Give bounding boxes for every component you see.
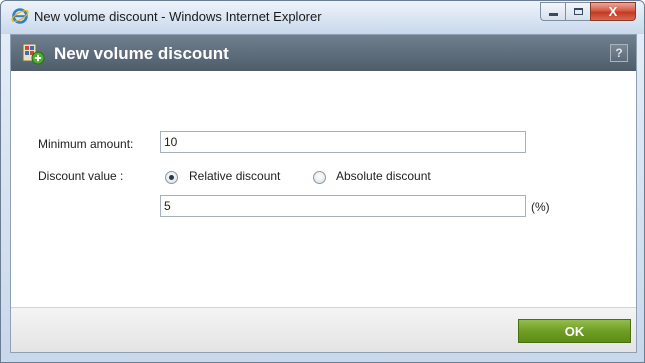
minimum-amount-label: Minimum amount: — [38, 137, 134, 151]
relative-discount-radio[interactable] — [165, 171, 178, 184]
ok-button-label: OK — [564, 323, 585, 339]
minimize-icon — [548, 13, 558, 16]
maximize-button[interactable] — [565, 2, 591, 21]
close-button[interactable]: X — [590, 2, 636, 21]
close-icon: X — [608, 4, 618, 19]
discount-value-input[interactable] — [160, 195, 526, 217]
minimum-amount-input[interactable] — [160, 131, 526, 153]
maximize-icon — [573, 8, 583, 15]
internet-explorer-icon — [11, 7, 29, 25]
minimize-button[interactable] — [540, 2, 566, 21]
browser-window: New volume discount - Windows Internet E… — [0, 0, 645, 363]
window-controls: X — [540, 2, 636, 23]
help-button[interactable]: ? — [610, 44, 628, 62]
ok-button[interactable]: OK — [518, 319, 631, 343]
relative-discount-label[interactable]: Relative discount — [189, 169, 280, 183]
volume-discount-icon — [21, 41, 45, 65]
window-title: New volume discount - Windows Internet E… — [34, 9, 322, 24]
dialog: New volume discount ? Minimum amount: Di… — [10, 34, 637, 353]
help-icon: ? — [615, 46, 623, 60]
discount-value-label: Discount value : — [38, 169, 124, 183]
dialog-footer: OK — [11, 307, 636, 352]
absolute-discount-label[interactable]: Absolute discount — [336, 169, 431, 183]
dialog-title: New volume discount — [54, 44, 229, 63]
dialog-header: New volume discount ? — [11, 35, 636, 71]
absolute-discount-radio[interactable] — [313, 171, 326, 184]
discount-unit-label: (%) — [531, 200, 550, 214]
window-titlebar[interactable]: New volume discount - Windows Internet E… — [1, 1, 644, 34]
